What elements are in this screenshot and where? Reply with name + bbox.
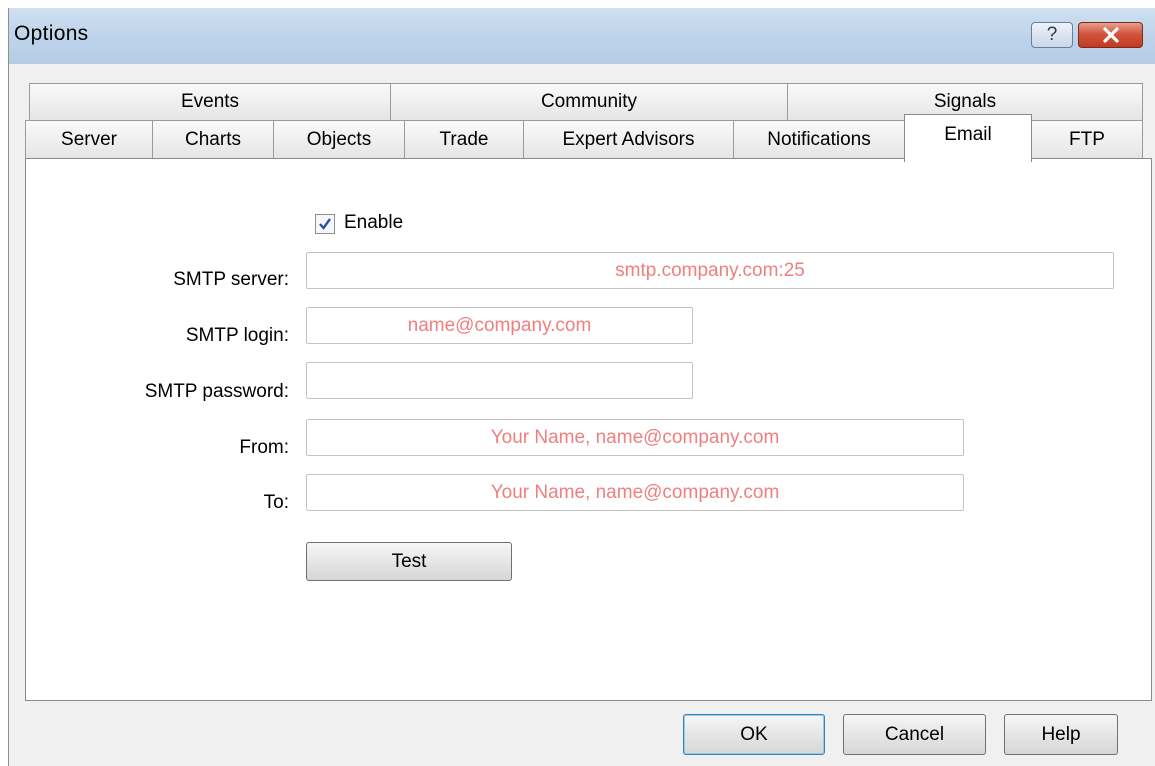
help-title-button[interactable]: ? [1031,22,1073,48]
tab-expert-advisors-label: Expert Advisors [562,129,695,150]
title-bar: Options ? [9,8,1155,64]
checkmark-icon [319,218,331,230]
tab-charts-label: Charts [185,129,241,150]
tab-charts[interactable]: Charts [152,120,274,160]
close-icon [1102,27,1119,43]
cancel-button[interactable]: Cancel [843,714,986,755]
tab-events[interactable]: Events [29,83,391,121]
help-button[interactable]: Help [1004,714,1118,755]
tab-signals-label: Signals [933,91,997,112]
email-settings-panel [25,158,1152,701]
tab-community[interactable]: Community [390,83,788,121]
window-title: Options [14,22,89,45]
tab-ftp-label: FTP [1069,129,1105,150]
tab-community-label: Community [540,91,638,112]
tab-server[interactable]: Server [25,120,153,160]
tab-objects-label: Objects [306,129,372,150]
tab-notifications[interactable]: Notifications [733,120,905,160]
tab-notifications-label: Notifications [767,129,871,150]
tab-ftp[interactable]: FTP [1031,120,1143,160]
tab-trade[interactable]: Trade [404,120,524,160]
enable-checkbox[interactable] [315,214,335,234]
options-dialog: Options ? Events Community Signals Serve… [8,8,1155,766]
tab-trade-label: Trade [439,129,489,150]
close-button[interactable] [1078,22,1143,48]
ok-button[interactable]: OK [683,714,825,755]
tab-email[interactable]: Email [904,114,1032,162]
tab-server-label: Server [61,129,117,150]
tab-objects[interactable]: Objects [273,120,405,160]
tab-events-label: Events [180,91,240,112]
tab-email-label: Email [944,124,992,145]
tab-expert-advisors[interactable]: Expert Advisors [523,120,734,160]
help-icon: ? [1046,24,1058,45]
